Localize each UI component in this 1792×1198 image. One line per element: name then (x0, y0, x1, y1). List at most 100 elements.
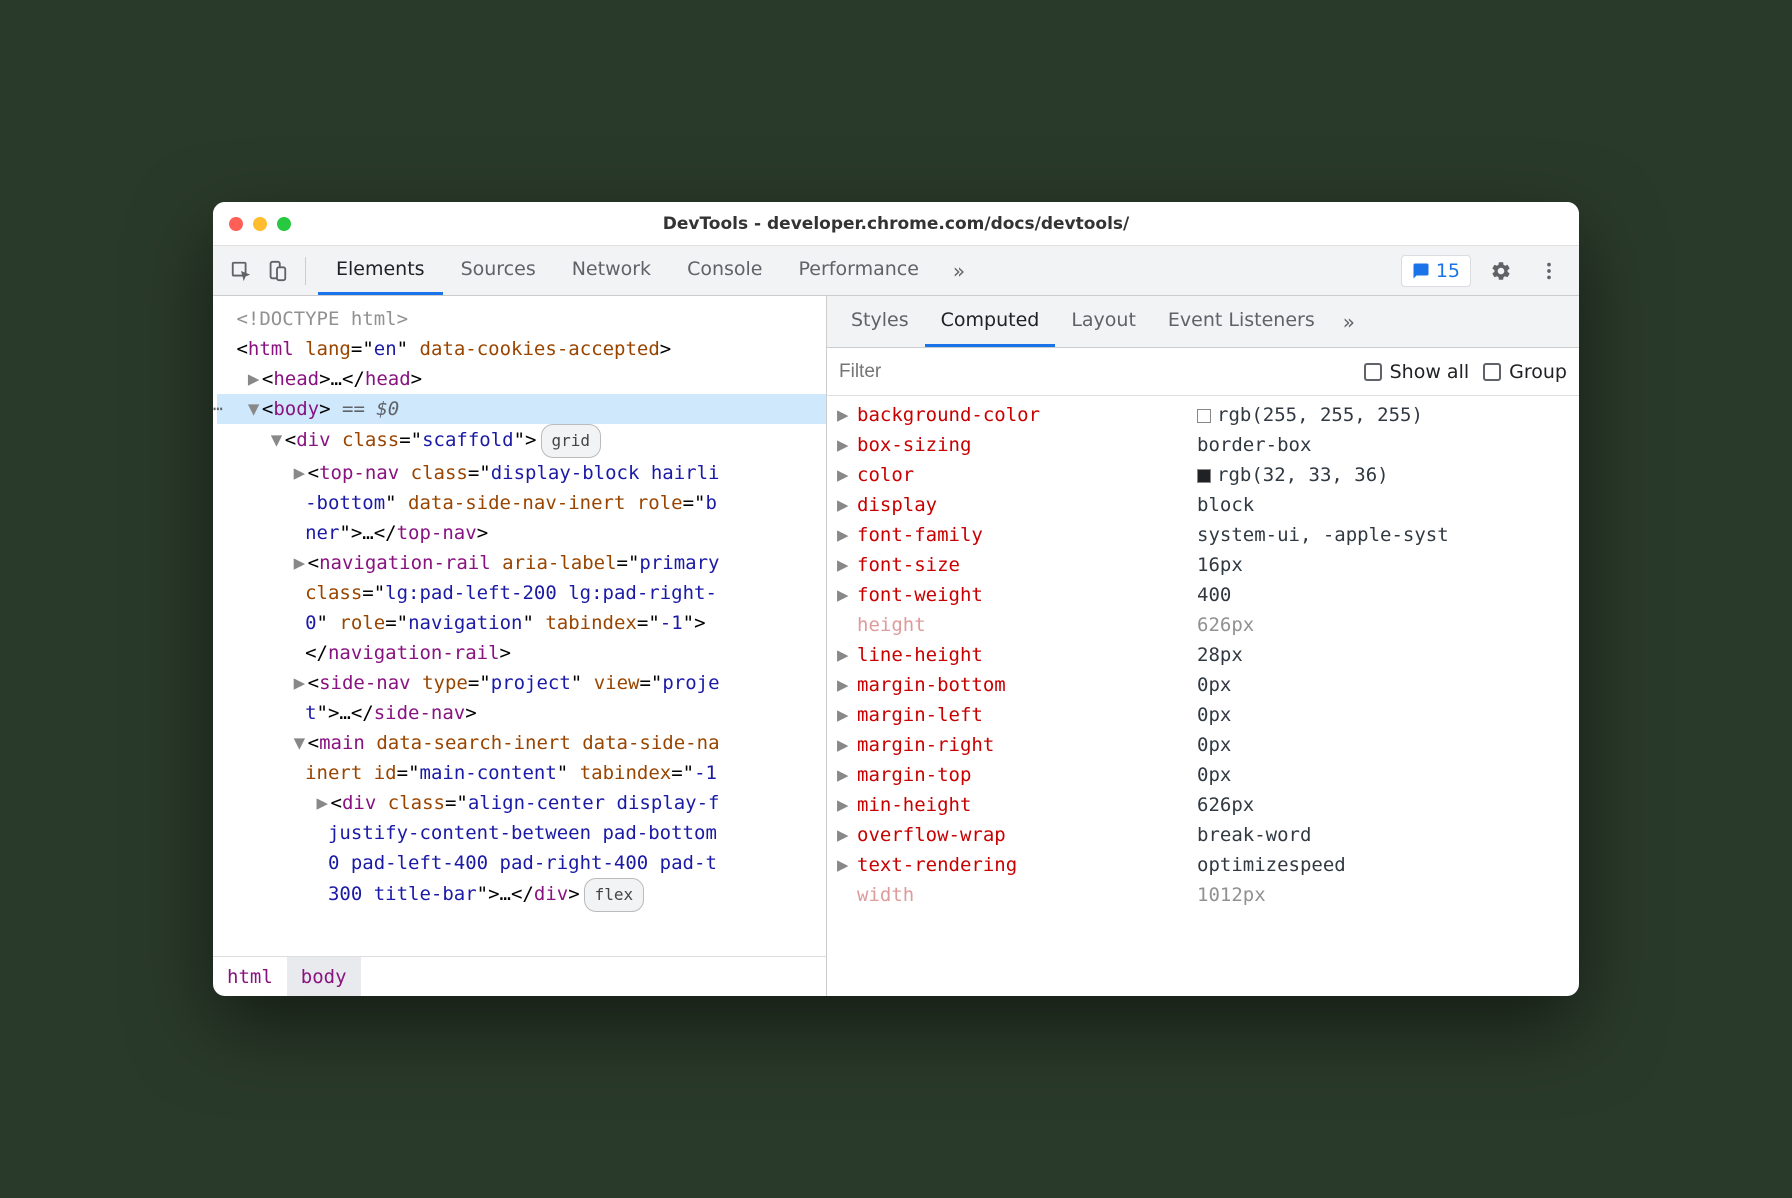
close-window-button[interactable] (229, 217, 243, 231)
property-name: height (857, 610, 1197, 640)
property-value: break-word (1197, 820, 1569, 850)
styles-panel: Styles Computed Layout Event Listeners »… (827, 296, 1579, 996)
issues-button[interactable]: 15 (1401, 255, 1471, 287)
issues-count: 15 (1436, 260, 1460, 282)
expand-property-icon[interactable]: ▶ (837, 430, 851, 460)
more-subtabs-icon[interactable]: » (1331, 310, 1367, 334)
property-value: rgb(255, 255, 255) (1197, 400, 1569, 430)
show-all-checkbox[interactable]: Show all (1364, 361, 1470, 383)
tab-console[interactable]: Console (669, 246, 780, 295)
crumb-body[interactable]: body (287, 957, 361, 996)
subtab-computed[interactable]: Computed (925, 296, 1056, 347)
issues-icon (1412, 262, 1430, 280)
selected-node[interactable]: ▼<body> == $0 (217, 394, 826, 424)
computed-property-row[interactable]: ▶font-weight400 (827, 580, 1579, 610)
computed-property-row[interactable]: ▶font-familysystem-ui, -apple-syst (827, 520, 1579, 550)
property-value: 626px (1197, 610, 1569, 640)
expand-property-icon[interactable]: ▶ (837, 760, 851, 790)
expand-property-icon[interactable]: ▶ (837, 670, 851, 700)
doctype-node[interactable]: <!DOCTYPE html> (236, 308, 408, 330)
expand-toggle-icon[interactable]: ▶ (294, 548, 308, 578)
group-checkbox[interactable]: Group (1483, 361, 1567, 383)
property-name: margin-left (857, 700, 1197, 730)
property-value: 0px (1197, 760, 1569, 790)
expand-property-icon[interactable]: ▶ (837, 550, 851, 580)
property-name: line-height (857, 640, 1197, 670)
inspect-element-icon[interactable] (225, 255, 257, 287)
computed-property-row[interactable]: ▶colorrgb(32, 33, 36) (827, 460, 1579, 490)
property-name: overflow-wrap (857, 820, 1197, 850)
property-value: optimizespeed (1197, 850, 1569, 880)
property-value: 400 (1197, 580, 1569, 610)
subtab-event-listeners[interactable]: Event Listeners (1152, 296, 1331, 347)
computed-property-row[interactable]: ▶displayblock (827, 490, 1579, 520)
expand-property-icon[interactable]: ▶ (837, 580, 851, 610)
tab-performance[interactable]: Performance (781, 246, 937, 295)
expand-toggle-icon[interactable]: ▼ (294, 728, 308, 758)
subtab-layout[interactable]: Layout (1055, 296, 1152, 347)
property-name: background-color (857, 400, 1197, 430)
color-swatch-icon[interactable] (1197, 409, 1211, 423)
toolbar-separator (305, 257, 306, 285)
tab-sources[interactable]: Sources (443, 246, 554, 295)
dom-tree[interactable]: <!DOCTYPE html> <html lang="en" data-coo… (213, 296, 826, 956)
settings-icon[interactable] (1483, 253, 1519, 289)
property-name: width (857, 880, 1197, 910)
expand-property-icon[interactable]: ▶ (837, 700, 851, 730)
grid-badge[interactable]: grid (541, 424, 602, 458)
expand-property-icon[interactable]: ▶ (837, 790, 851, 820)
crumb-html[interactable]: html (213, 957, 287, 996)
property-value: 16px (1197, 550, 1569, 580)
expand-property-icon[interactable]: ▶ (837, 730, 851, 760)
color-swatch-icon[interactable] (1197, 469, 1211, 483)
computed-properties[interactable]: ▶background-colorrgb(255, 255, 255)▶box-… (827, 396, 1579, 996)
property-name: font-family (857, 520, 1197, 550)
expand-toggle-icon[interactable]: ▶ (317, 788, 331, 818)
window-title: DevTools - developer.chrome.com/docs/dev… (229, 214, 1563, 234)
maximize-window-button[interactable] (277, 217, 291, 231)
computed-property-row[interactable]: ▶margin-left0px (827, 700, 1579, 730)
more-menu-icon[interactable] (1531, 253, 1567, 289)
flex-badge[interactable]: flex (584, 878, 645, 912)
expand-property-icon[interactable]: ▶ (837, 520, 851, 550)
expand-toggle-icon[interactable]: ▶ (248, 364, 262, 394)
property-value: 28px (1197, 640, 1569, 670)
titlebar: DevTools - developer.chrome.com/docs/dev… (213, 202, 1579, 246)
computed-property-row[interactable]: ▶margin-top0px (827, 760, 1579, 790)
expand-property-icon[interactable]: ▶ (837, 490, 851, 520)
computed-property-row[interactable]: ▶line-height28px (827, 640, 1579, 670)
tab-network[interactable]: Network (554, 246, 669, 295)
device-toggle-icon[interactable] (261, 255, 293, 287)
computed-property-row[interactable]: ▶font-size16px (827, 550, 1579, 580)
expand-toggle-icon[interactable]: ▶ (294, 668, 308, 698)
more-tabs-icon[interactable]: » (941, 259, 977, 283)
computed-property-row[interactable]: width1012px (827, 880, 1579, 910)
property-value: border-box (1197, 430, 1569, 460)
computed-property-row[interactable]: ▶margin-bottom0px (827, 670, 1579, 700)
expand-property-icon[interactable]: ▶ (837, 460, 851, 490)
expand-property-icon[interactable]: ▶ (837, 640, 851, 670)
expand-toggle-icon[interactable]: ▶ (294, 458, 308, 488)
expand-toggle-icon[interactable]: ▼ (248, 394, 262, 424)
main-tabs: Elements Sources Network Console Perform… (318, 246, 937, 295)
expand-property-icon[interactable]: ▶ (837, 820, 851, 850)
computed-property-row[interactable]: ▶box-sizingborder-box (827, 430, 1579, 460)
tab-elements[interactable]: Elements (318, 246, 443, 295)
computed-property-row[interactable]: ▶text-renderingoptimizespeed (827, 850, 1579, 880)
computed-property-row[interactable]: ▶min-height626px (827, 790, 1579, 820)
subtab-styles[interactable]: Styles (835, 296, 925, 347)
expand-property-icon[interactable]: ▶ (837, 400, 851, 430)
computed-property-row[interactable]: ▶overflow-wrapbreak-word (827, 820, 1579, 850)
computed-property-row[interactable]: ▶margin-right0px (827, 730, 1579, 760)
elements-panel: <!DOCTYPE html> <html lang="en" data-coo… (213, 296, 827, 996)
computed-property-row[interactable]: ▶background-colorrgb(255, 255, 255) (827, 400, 1579, 430)
expand-property-icon[interactable]: ▶ (837, 850, 851, 880)
property-value: 0px (1197, 670, 1569, 700)
minimize-window-button[interactable] (253, 217, 267, 231)
filter-bar: Show all Group (827, 348, 1579, 396)
property-value: 626px (1197, 790, 1569, 820)
filter-input[interactable] (839, 361, 1350, 383)
property-value: rgb(32, 33, 36) (1197, 460, 1569, 490)
expand-toggle-icon[interactable]: ▼ (271, 425, 285, 455)
computed-property-row[interactable]: height626px (827, 610, 1579, 640)
